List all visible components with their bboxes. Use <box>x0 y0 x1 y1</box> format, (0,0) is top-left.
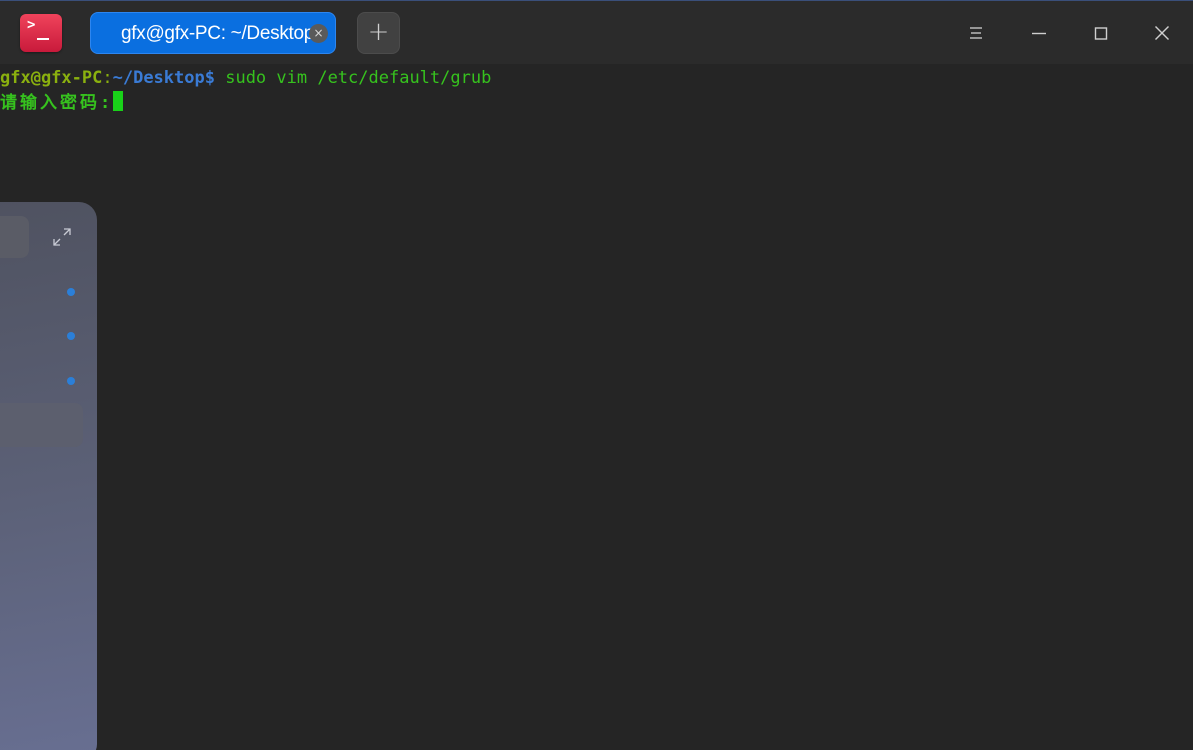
close-icon[interactable] <box>1147 18 1177 48</box>
menu-icon[interactable] <box>961 18 991 48</box>
expand-icon[interactable] <box>51 226 73 248</box>
terminal-window: > gfx@gfx-PC: ~/Desktop × + gfx@gfx-PC:~… <box>0 0 1193 750</box>
text-cursor <box>113 91 124 111</box>
tab-close-icon[interactable]: × <box>309 24 328 43</box>
panel-list-item[interactable] <box>0 403 83 447</box>
command-line: gfx@gfx-PC:~/Desktop$ sudo vim /etc/defa… <box>0 66 491 91</box>
maximize-icon[interactable] <box>1086 18 1116 48</box>
tab-title: gfx@gfx-PC: ~/Desktop <box>121 23 315 44</box>
prompt-path: ~/Desktop <box>112 68 205 88</box>
status-dot-icon <box>67 377 75 385</box>
terminal-output[interactable]: gfx@gfx-PC:~/Desktop$ sudo vim /etc/defa… <box>0 64 1193 750</box>
prompt-colon: : <box>102 68 113 88</box>
password-prompt: 请输入密码: <box>0 93 114 113</box>
panel-search-box[interactable] <box>0 216 29 258</box>
prompt-user: gfx@gfx-PC <box>0 68 103 88</box>
tab-terminal[interactable]: gfx@gfx-PC: ~/Desktop × <box>90 12 336 54</box>
title-bar: > gfx@gfx-PC: ~/Desktop × + <box>0 0 1193 64</box>
password-line: 请输入密码: <box>0 91 124 116</box>
terminal-icon[interactable]: > <box>20 14 62 52</box>
command-text: sudo vim /etc/default/grub <box>214 68 492 88</box>
side-panel <box>0 202 97 750</box>
status-dot-icon <box>67 332 75 340</box>
new-tab-button[interactable]: + <box>357 12 400 54</box>
prompt-symbol: $ <box>204 68 215 88</box>
status-dot-icon <box>67 288 75 296</box>
minimize-icon[interactable] <box>1024 18 1054 48</box>
